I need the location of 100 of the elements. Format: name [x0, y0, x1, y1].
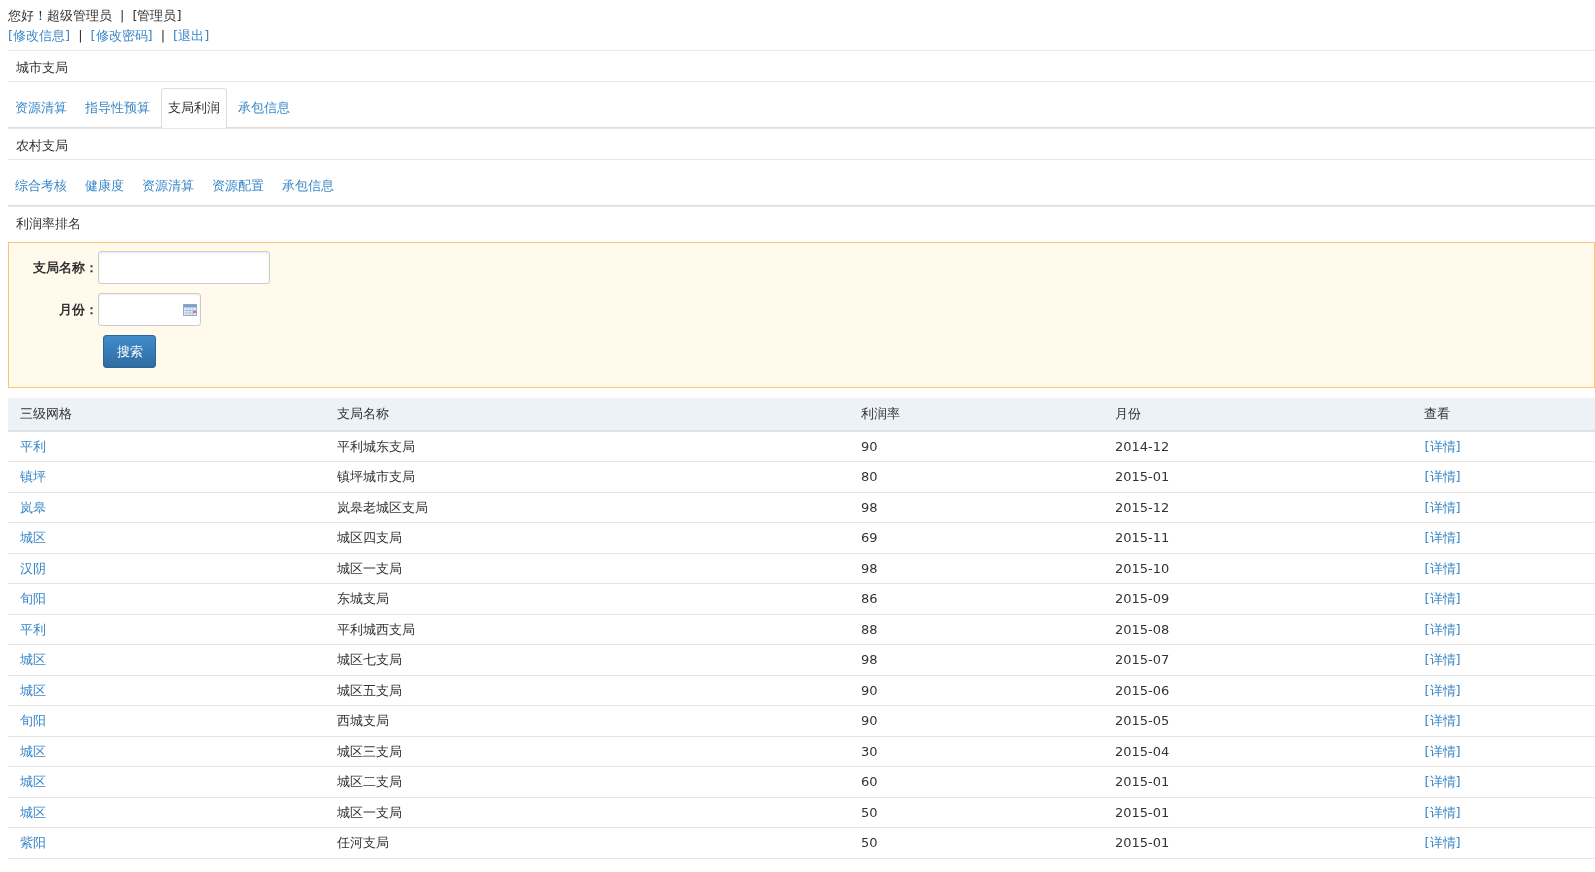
nav-tab[interactable]: 承包信息	[275, 165, 341, 205]
table-cell: 90	[849, 705, 1103, 736]
table-cell: 2015-01	[1103, 461, 1413, 492]
table-cell: 城区四支局	[325, 522, 850, 553]
column-header: 支局名称	[325, 398, 850, 431]
table-cell: 2015-01	[1103, 827, 1413, 858]
grid-link[interactable]: 平利	[20, 621, 46, 637]
table-cell: 90	[849, 430, 1103, 462]
detail-link[interactable]: [详情]	[1424, 591, 1461, 606]
table-cell: 城区七支局	[325, 644, 850, 675]
calendar-icon[interactable]	[183, 303, 197, 316]
nav-tab[interactable]: 健康度	[78, 165, 131, 205]
table-cell: 90	[849, 675, 1103, 706]
table-cell: 城区五支局	[325, 675, 850, 706]
field-label: 月份：	[58, 300, 98, 319]
table-cell: 东城支局	[325, 583, 850, 614]
nav-tab[interactable]: 支局利润	[161, 87, 227, 128]
table-cell: 城区二支局	[325, 766, 850, 797]
detail-link[interactable]: [详情]	[1424, 438, 1461, 454]
column-header: 查看	[1412, 398, 1595, 431]
page-title: 利润率排名	[8, 206, 1595, 237]
table-cell: 城区三支局	[325, 736, 850, 767]
table-cell: 88	[849, 614, 1103, 645]
grid-link[interactable]: 汉阴	[20, 560, 46, 576]
table-cell: 86	[849, 583, 1103, 614]
detail-link[interactable]: [详情]	[1424, 560, 1461, 576]
table-cell: 城区一支局	[325, 797, 850, 828]
detail-link[interactable]: [详情]	[1424, 652, 1461, 667]
table-cell: 西城支局	[325, 705, 850, 736]
table-cell: 69	[849, 522, 1103, 553]
table-cell: 98	[849, 644, 1103, 675]
role-text: [管理员]	[132, 8, 182, 23]
table-cell: 98	[849, 492, 1103, 523]
table-cell: 2015-05	[1103, 705, 1413, 736]
grid-link[interactable]: 旬阳	[20, 591, 46, 606]
table-cell: 城区一支局	[325, 553, 850, 584]
table-cell: 50	[849, 827, 1103, 858]
detail-link[interactable]: [详情]	[1424, 835, 1461, 850]
table-cell: 2015-08	[1103, 614, 1413, 645]
grid-link[interactable]: 城区	[20, 530, 46, 545]
column-header: 利润率	[849, 398, 1103, 431]
table-cell: 2014-12	[1103, 430, 1413, 462]
table-cell: 50	[849, 797, 1103, 828]
grid-link[interactable]: 城区	[20, 804, 46, 820]
account-link[interactable]: [修改密码]	[90, 28, 153, 43]
date-field[interactable]	[98, 293, 201, 326]
account-link[interactable]: [退出]	[173, 28, 210, 43]
field-label: 支局名称：	[32, 258, 98, 277]
table-cell: 2015-01	[1103, 766, 1413, 797]
table-cell: 30	[849, 736, 1103, 767]
table-cell: 2015-06	[1103, 675, 1413, 706]
nav-tab[interactable]: 综合考核	[8, 165, 74, 205]
section-title: 农村支局	[8, 128, 1595, 159]
detail-link[interactable]: [详情]	[1424, 499, 1461, 515]
table-cell: 2015-04	[1103, 736, 1413, 767]
detail-link[interactable]: [详情]	[1424, 530, 1461, 545]
column-header: 月份	[1103, 398, 1413, 431]
table-cell: 镇坪城市支局	[325, 461, 850, 492]
nav-tab[interactable]: 资源清算	[135, 165, 201, 205]
nav-tab[interactable]: 资源配置	[205, 165, 271, 205]
grid-link[interactable]: 城区	[20, 774, 46, 789]
grid-link[interactable]: 镇坪	[20, 469, 46, 484]
greeting-text: 您好！超级管理员	[8, 8, 112, 23]
detail-link[interactable]: [详情]	[1424, 743, 1461, 759]
detail-link[interactable]: [详情]	[1424, 621, 1461, 637]
table-cell: 60	[849, 766, 1103, 797]
table-cell: 岚皋老城区支局	[325, 492, 850, 523]
detail-link[interactable]: [详情]	[1424, 774, 1461, 789]
grid-link[interactable]: 平利	[20, 438, 46, 454]
section-title: 城市支局	[8, 50, 1595, 81]
separator-text: |	[78, 28, 83, 43]
table-cell: 2015-09	[1103, 583, 1413, 614]
separator-text: |	[160, 28, 166, 43]
table-cell: 80	[849, 461, 1103, 492]
text-field[interactable]	[98, 251, 270, 284]
table-cell: 2015-10	[1103, 553, 1413, 584]
grid-link[interactable]: 城区	[20, 743, 46, 759]
detail-link[interactable]: [详情]	[1424, 682, 1461, 698]
grid-link[interactable]: 旬阳	[20, 713, 46, 728]
detail-link[interactable]: [详情]	[1424, 469, 1461, 484]
table-cell: 任河支局	[325, 827, 850, 858]
grid-link[interactable]: 岚皋	[20, 499, 46, 515]
table-cell: 2015-01	[1103, 797, 1413, 828]
grid-link[interactable]: 紫阳	[20, 835, 46, 850]
table-cell: 平利城西支局	[325, 614, 850, 645]
search-button[interactable]: 搜索	[103, 335, 156, 368]
table-cell: 2015-11	[1103, 522, 1413, 553]
table-cell: 98	[849, 553, 1103, 584]
nav-tab[interactable]: 资源清算	[8, 87, 74, 127]
separator-text: |	[120, 8, 125, 23]
account-link[interactable]: [修改信息]	[8, 28, 71, 43]
column-header: 三级网格	[8, 398, 326, 431]
detail-link[interactable]: [详情]	[1424, 804, 1461, 820]
nav-tab[interactable]: 承包信息	[231, 87, 297, 127]
table-cell: 2015-12	[1103, 492, 1413, 523]
detail-link[interactable]: [详情]	[1424, 713, 1461, 728]
grid-link[interactable]: 城区	[20, 652, 46, 667]
table-cell: 平利城东支局	[325, 430, 850, 462]
nav-tab[interactable]: 指导性预算	[78, 87, 157, 127]
grid-link[interactable]: 城区	[20, 682, 46, 698]
